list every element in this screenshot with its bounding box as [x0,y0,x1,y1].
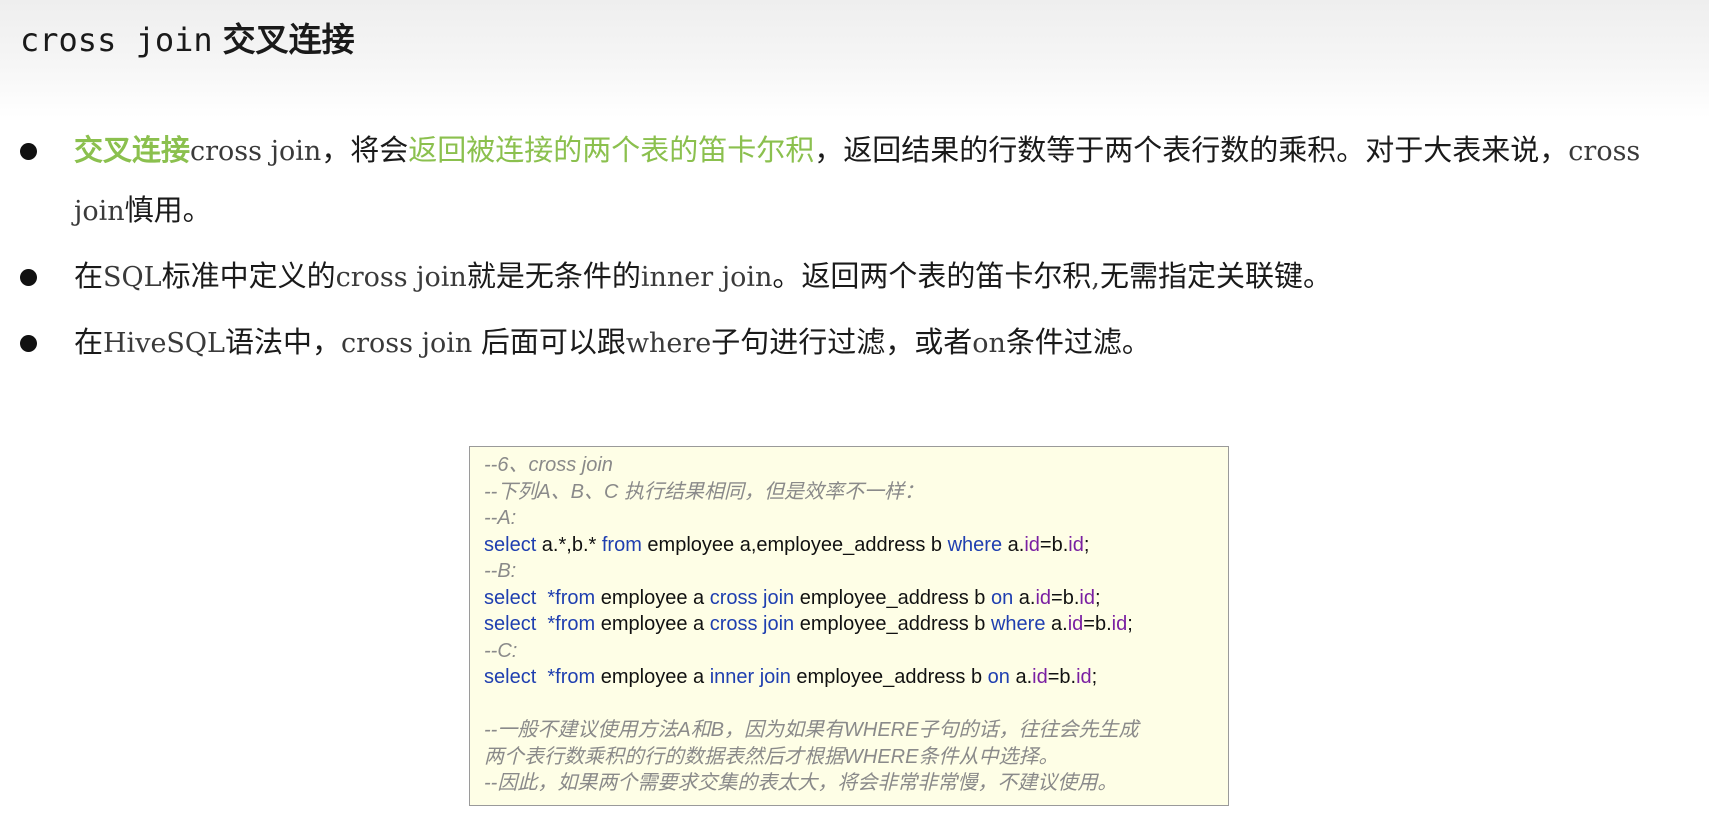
text: 标准中定义的 [161,259,336,293]
inline-code: SQL [103,262,162,293]
keyword: select [484,533,537,556]
sql-code-block: --6、cross join --下列A、B、C 执行结果相同，但是效率不一样：… [469,446,1229,806]
bullet-dot-icon [20,269,37,286]
keyword: from [601,533,642,556]
table: employee a [595,666,710,688]
operator: =b. [1047,666,1077,688]
keyword: select [484,586,537,609]
tables: employee a,employee_address b [641,533,948,556]
text: 就是无条件的 [466,259,641,293]
alias: a. [1002,533,1025,556]
text: 条件过滤。 [1005,325,1151,359]
title-chinese: 交叉连接 [222,20,355,59]
keyword: select [484,613,537,635]
bullet-dot-icon [20,335,37,352]
keyword: on [987,666,1010,688]
code-comment: --A: [484,507,517,529]
keyword: where [947,533,1003,556]
code-line-query-c: select *from employee a inner join emplo… [484,664,1228,691]
text: 语法中， [225,325,342,359]
title-english: cross join [20,21,213,59]
alias: a. [1013,586,1036,609]
code-line-query-b2: select *from employee a cross join emplo… [484,611,1228,638]
keyword: cross join [709,613,795,635]
text: 在 [74,259,104,293]
slide-header: cross join 交叉连接 [0,0,1709,118]
table: employee a [595,586,710,609]
highlight-text: 返回被连接的两个表的笛卡尔积 [408,133,815,167]
terminator: ; [1127,613,1133,635]
table: employee_address b [790,666,988,688]
alias: a. [1045,613,1068,635]
code-comment: --B: [484,560,517,582]
text: 慎用。 [124,193,212,227]
text: ，将会 [321,133,409,167]
alias: a. [1009,666,1033,688]
keyword: select [484,666,537,688]
inline-code: where [625,328,712,359]
inline-code: HiveSQL [103,328,225,359]
operator: =b. [1051,586,1080,609]
bullet-item-3: 在HiveSQL语法中，cross join 后面可以跟where子句进行过滤，… [20,313,1680,373]
code-comment: --C: [484,639,518,662]
keyword: on [990,586,1014,609]
table: employee a [595,613,710,635]
operator: =b. [1083,613,1112,635]
text: 在 [74,325,104,359]
code-comment: --下列A、B、C 执行结果相同，但是效率不一样： [484,480,924,503]
bullet-item-1: 交叉连接cross join，将会返回被连接的两个表的笛卡尔积，返回结果的行数等… [20,121,1680,241]
inline-code: cross join [335,262,467,293]
code-comment: --因此，如果两个需要求交集的表太大，将会非常非常慢，不建议使用。 [484,772,1118,794]
columns: a.*,b.* [536,533,602,556]
terminator: ; [1091,666,1098,688]
code-comment: 两个表行数乘积的行的数据表然后才根据WHERE条件从中选择。 [484,745,1059,768]
column: id [1111,613,1128,635]
bullet-item-2: 在SQL标准中定义的cross join就是无条件的inner join。返回两… [20,247,1680,307]
keyword: where [990,613,1046,635]
inline-code: cross join [190,136,322,167]
text: ，返回结果的行数等于两个表行数的乘积。对于大表来说， [814,133,1569,167]
column: id [1024,533,1040,556]
inline-code: , [1091,262,1100,293]
slide-title: cross join 交叉连接 [20,16,355,64]
terminator: ; [1083,533,1090,556]
text: 后面可以跟 [480,325,626,359]
inline-code: cross join [341,328,481,359]
text: 子句进行过滤，或者 [711,325,973,359]
code-line-query-a: select a.*,b.* from employee a,employee_… [484,532,1228,559]
keyword: *from [547,586,596,609]
code-line-query-b1: select *from employee a cross join emplo… [484,585,1228,612]
bullet-list: 交叉连接cross join，将会返回被连接的两个表的笛卡尔积，返回结果的行数等… [20,121,1680,379]
code-comment: --一般不建议使用方法A和B，因为如果有WHERE子句的话，往往会先生成 [484,719,1139,741]
table: employee_address b [794,586,991,609]
inline-code: inner join [640,262,773,293]
table: employee_address b [794,613,991,635]
keyword: inner join [709,666,791,688]
terminator: ; [1094,586,1101,609]
column: id [1035,586,1052,609]
bullet-dot-icon [20,143,37,160]
keyword: *from [547,613,596,635]
operator: =b. [1039,533,1069,556]
code-comment: --6、cross join [484,454,613,476]
text: 。返回两个表的笛卡尔积 [772,259,1092,293]
column: id [1079,586,1095,609]
keyword: cross join [709,586,795,609]
term-cross-join: 交叉连接 [74,133,191,167]
column: id [1067,613,1084,635]
inline-code: on [972,328,1006,359]
text: 无需指定关联键。 [1100,259,1333,293]
column: id [1068,533,1084,556]
keyword: *from [547,666,596,688]
column: id [1032,666,1048,688]
column: id [1076,666,1092,688]
